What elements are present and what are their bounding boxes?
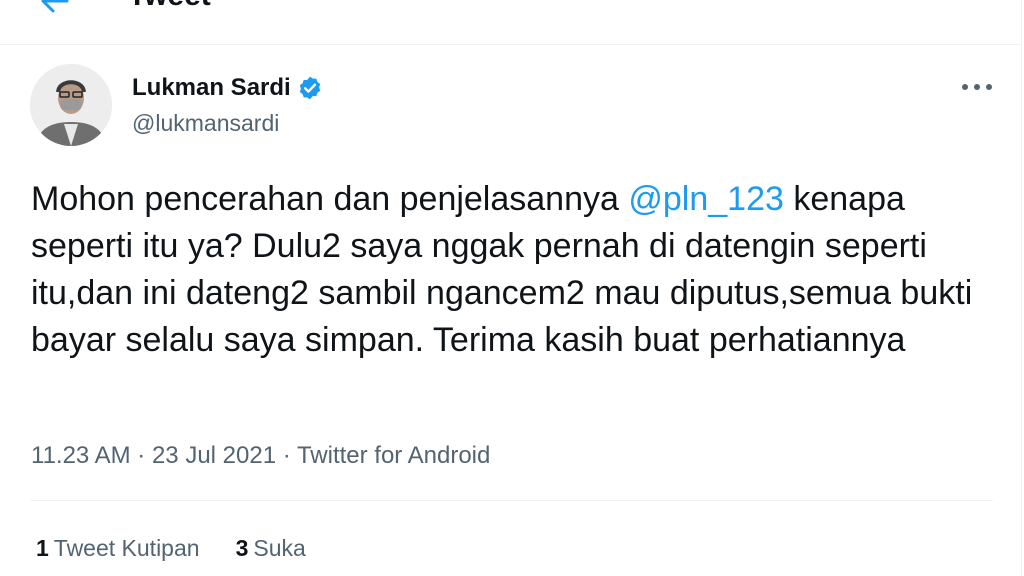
tweet-text: Mohon pencerahan dan penjelasannya @pln_… — [31, 176, 1006, 364]
tweet-meta[interactable]: 11.23 AM · 23 Jul 2021 · Twitter for And… — [31, 441, 490, 471]
back-arrow-icon[interactable] — [40, 0, 70, 16]
more-options-icon[interactable] — [962, 80, 992, 94]
more-dot — [986, 84, 992, 90]
avatar-photo-icon — [30, 64, 112, 146]
quote-tweets-stat[interactable]: 1 Tweet Kutipan — [36, 533, 200, 563]
mention-link[interactable]: @pln_123 — [628, 180, 784, 218]
more-dot — [974, 84, 980, 90]
quote-count: 1 — [36, 535, 49, 561]
like-label: Suka — [253, 535, 306, 561]
author-name-text[interactable]: Lukman Sardi — [132, 73, 291, 103]
avatar[interactable] — [30, 64, 112, 146]
tweet-text-start: Mohon pencerahan dan penjelasannya — [31, 180, 629, 218]
tweet-stats: 1 Tweet Kutipan 3 Suka — [36, 533, 342, 563]
likes-stat[interactable]: 3 Suka — [236, 533, 306, 563]
author-handle[interactable]: @lukmansardi — [132, 109, 279, 137]
divider — [30, 500, 993, 501]
quote-label: Tweet Kutipan — [53, 535, 200, 561]
page-title: Tweet — [128, 0, 211, 14]
header: Tweet — [0, 0, 1021, 45]
author-name[interactable]: Lukman Sardi — [132, 73, 323, 103]
more-dot — [962, 84, 968, 90]
like-count: 3 — [235, 535, 249, 561]
verified-badge-icon — [299, 76, 320, 100]
